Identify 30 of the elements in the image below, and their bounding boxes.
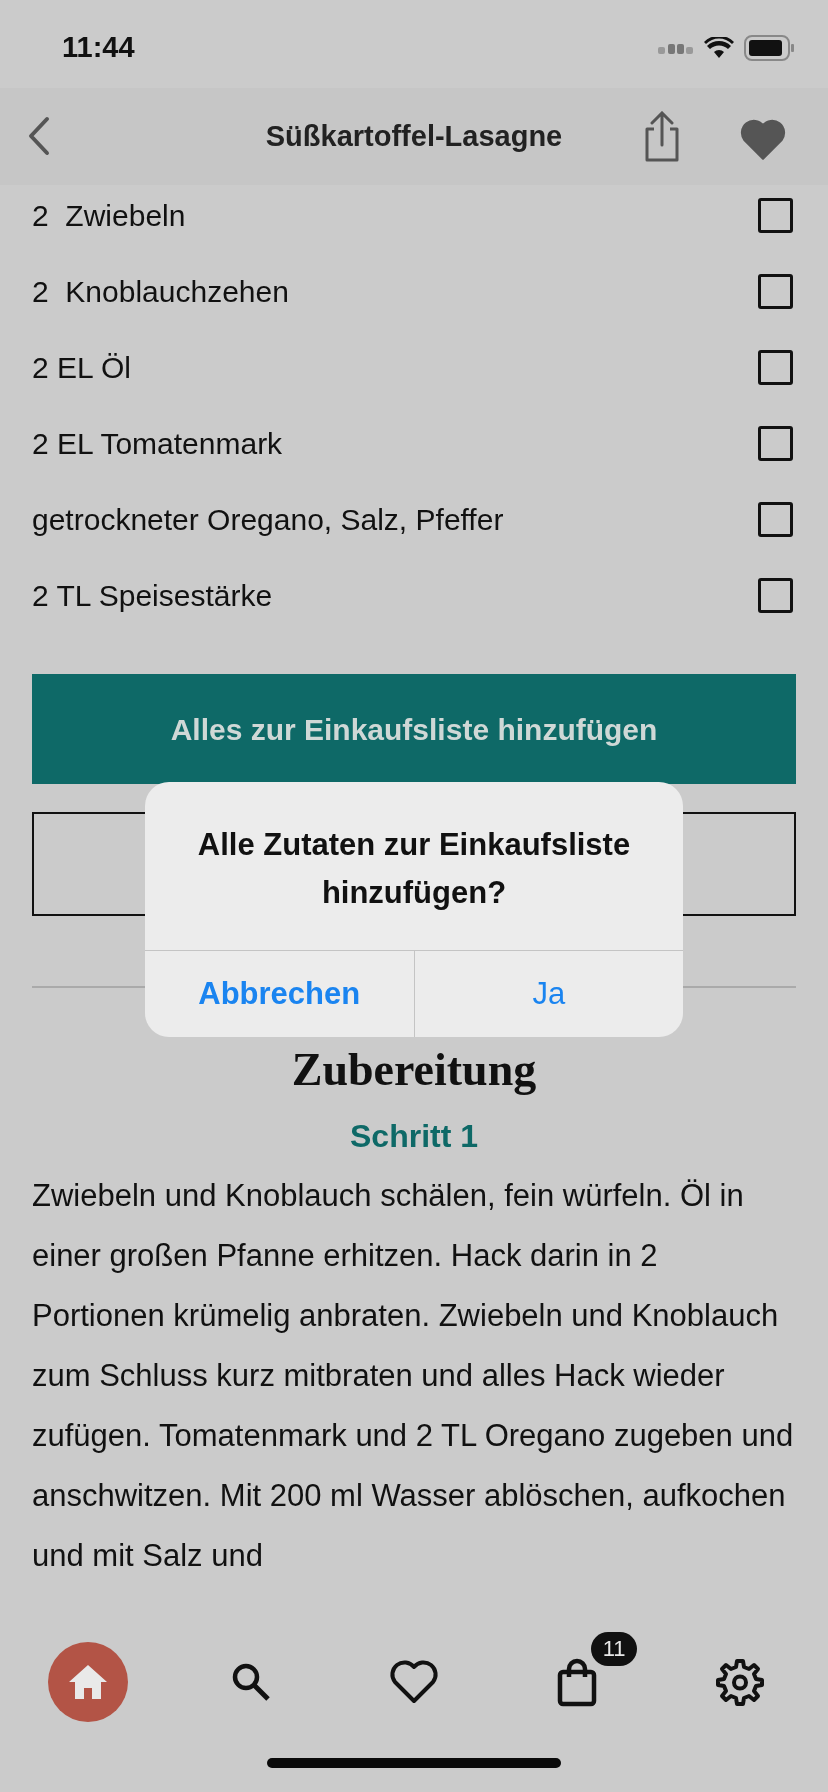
checkbox[interactable] xyxy=(758,349,793,385)
checkbox[interactable] xyxy=(758,273,793,309)
ingredient-text: 2 EL Tomatenmark xyxy=(32,425,283,462)
ingredient-text: 2 Zwiebeln xyxy=(32,197,186,234)
wifi-icon xyxy=(704,37,734,59)
dialog-button[interactable]: Ja xyxy=(413,951,683,1037)
gear-icon xyxy=(716,1658,765,1706)
add-all-button[interactable]: Alles zur Einkaufsliste hinzufügen xyxy=(32,674,796,784)
heart-icon xyxy=(388,1659,439,1705)
step-title: Schritt 1 xyxy=(349,1117,479,1156)
ingredient-text: getrockneter Oregano, Salz, Pfeffer xyxy=(32,501,504,538)
step-text: Zwiebeln und Knoblauch schälen, fein würfeln. Öl in einer großen Pfanne erhitzen. Hack darin in 2 Portionen krümelig anbraten. Zwiebeln und Knoblauch zum Schluss kurz mitbraten und alles Hack wieder zufügen. Tomatenmark und 2 TL Oregano zugeben und anschwitzen. Mit 200 ml Wasser ablöschen, aufkochen und mit Salz und xyxy=(32,1177,795,1575)
checkbox[interactable] xyxy=(758,577,793,613)
dialog-button[interactable]: Abbrechen xyxy=(145,951,414,1037)
ingredient-text: 2 TL Speisestärke xyxy=(32,577,273,614)
checkbox[interactable] xyxy=(758,501,793,537)
dialog-message: Alle Zutaten zur Einkaufsliste hinzufügen? xyxy=(196,826,632,912)
chevron-left-icon xyxy=(27,116,51,156)
ingredient-text: 2 EL Öl xyxy=(32,349,131,386)
signal-icon xyxy=(658,41,694,55)
checkbox[interactable] xyxy=(758,425,793,461)
battery-icon xyxy=(744,35,794,61)
heart-icon xyxy=(739,118,787,162)
screen-title: Süßkartoffel-Lasagne xyxy=(265,118,563,154)
checkbox[interactable] xyxy=(758,197,793,233)
status-time: 11:44 xyxy=(62,30,135,66)
cart-count-badge: 11 xyxy=(591,1632,638,1666)
favorite-button[interactable] xyxy=(738,118,788,162)
ingredient-text: 2 Knoblauchzehen xyxy=(32,273,289,310)
section-heading: Zubereitung xyxy=(290,1044,538,1096)
